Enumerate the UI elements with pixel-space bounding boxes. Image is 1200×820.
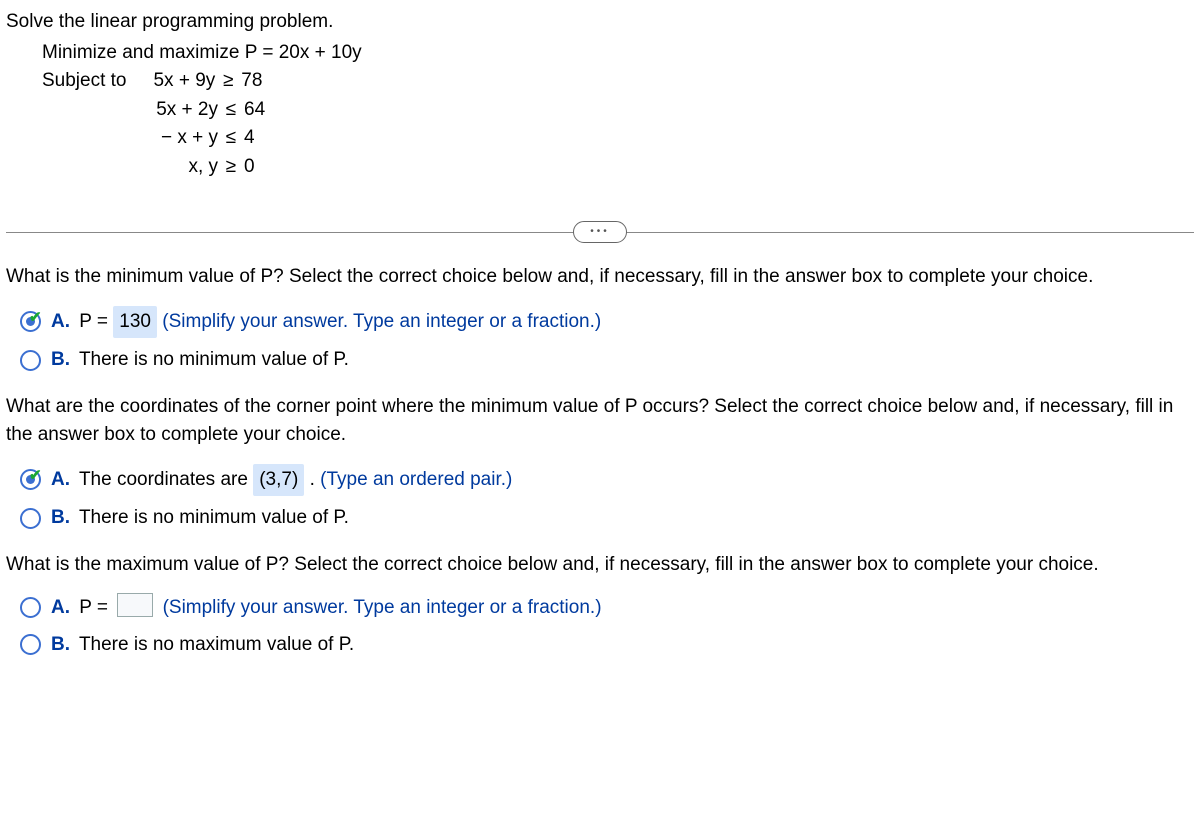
q2-option-a-text: A. The coordinates are (3,7) . (Type an …: [51, 464, 512, 497]
p-equals-label: P =: [79, 597, 108, 618]
coords-pre-label: The coordinates are: [79, 469, 248, 490]
q2-option-b-text: B. There is no minimum value of P.: [51, 504, 349, 533]
constraint-lhs: 5x + 9y: [135, 67, 215, 96]
option-text: There is no minimum value of P.: [79, 507, 349, 528]
objective-block: Minimize and maximize P = 20x + 10y Subj…: [42, 39, 1194, 182]
question-1-prompt: What is the minimum value of P? Select t…: [6, 263, 1194, 292]
coords-post: .: [310, 469, 315, 490]
constraint-rel: ≥: [218, 153, 244, 182]
option-letter: B.: [51, 507, 70, 528]
option-letter: A.: [51, 311, 70, 332]
question-3-prompt: What is the maximum value of P? Select t…: [6, 551, 1194, 580]
answer-hint: (Simplify your answer. Type an integer o…: [163, 597, 602, 618]
answer-hint: (Simplify your answer. Type an integer o…: [162, 311, 601, 332]
option-letter: B.: [51, 349, 70, 370]
q3-answer-input[interactable]: [117, 593, 153, 617]
constraint-rhs: 0: [244, 153, 284, 182]
q1-option-a-radio[interactable]: ✔: [20, 311, 41, 332]
q1-option-b-radio[interactable]: [20, 350, 41, 371]
q2-answer-input[interactable]: (3,7): [253, 464, 304, 497]
constraint-lhs: − x + y: [138, 124, 218, 153]
constraint-rel: ≤: [218, 124, 244, 153]
q3-option-b-radio[interactable]: [20, 634, 41, 655]
constraint-rel: ≥: [215, 67, 241, 96]
q3-option-b-text: B. There is no maximum value of P.: [51, 631, 354, 660]
expand-button[interactable]: •••: [573, 221, 627, 243]
q3-option-a-radio[interactable]: [20, 597, 41, 618]
subject-to-label: Subject to: [42, 67, 130, 96]
option-letter: B.: [51, 634, 70, 655]
question-2-prompt: What are the coordinates of the corner p…: [6, 393, 1194, 450]
checkmark-icon: ✔: [29, 307, 42, 330]
constraint-lhs: 5x + 2y: [138, 96, 218, 125]
constraint-rhs: 64: [244, 96, 284, 125]
option-text: There is no maximum value of P.: [79, 634, 354, 655]
answer-hint: (Type an ordered pair.): [320, 469, 512, 490]
section-divider: •••: [6, 221, 1194, 243]
q2-option-b-radio[interactable]: [20, 508, 41, 529]
objective-equation: P = 20x + 10y: [245, 42, 362, 63]
constraint-rhs: 78: [241, 67, 281, 96]
p-equals-label: P =: [79, 311, 108, 332]
constraint-rel: ≤: [218, 96, 244, 125]
constraint-lhs: x, y: [138, 153, 218, 182]
option-letter: A.: [51, 597, 70, 618]
q2-option-a-radio[interactable]: ✔: [20, 469, 41, 490]
problem-statement: Solve the linear programming problem.: [6, 8, 1194, 37]
q1-option-b-text: B. There is no minimum value of P.: [51, 346, 349, 375]
option-letter: A.: [51, 469, 70, 490]
checkmark-icon: ✔: [29, 465, 42, 488]
q1-answer-input[interactable]: 130: [113, 306, 157, 339]
q3-option-a-text: A. P = (Simplify your answer. Type an in…: [51, 593, 602, 623]
q1-option-a-text: A. P = 130 (Simplify your answer. Type a…: [51, 306, 601, 339]
objective-label: Minimize and maximize: [42, 42, 239, 63]
option-text: There is no minimum value of P.: [79, 349, 349, 370]
constraint-rhs: 4: [244, 124, 284, 153]
ellipsis-icon: •••: [590, 227, 610, 237]
